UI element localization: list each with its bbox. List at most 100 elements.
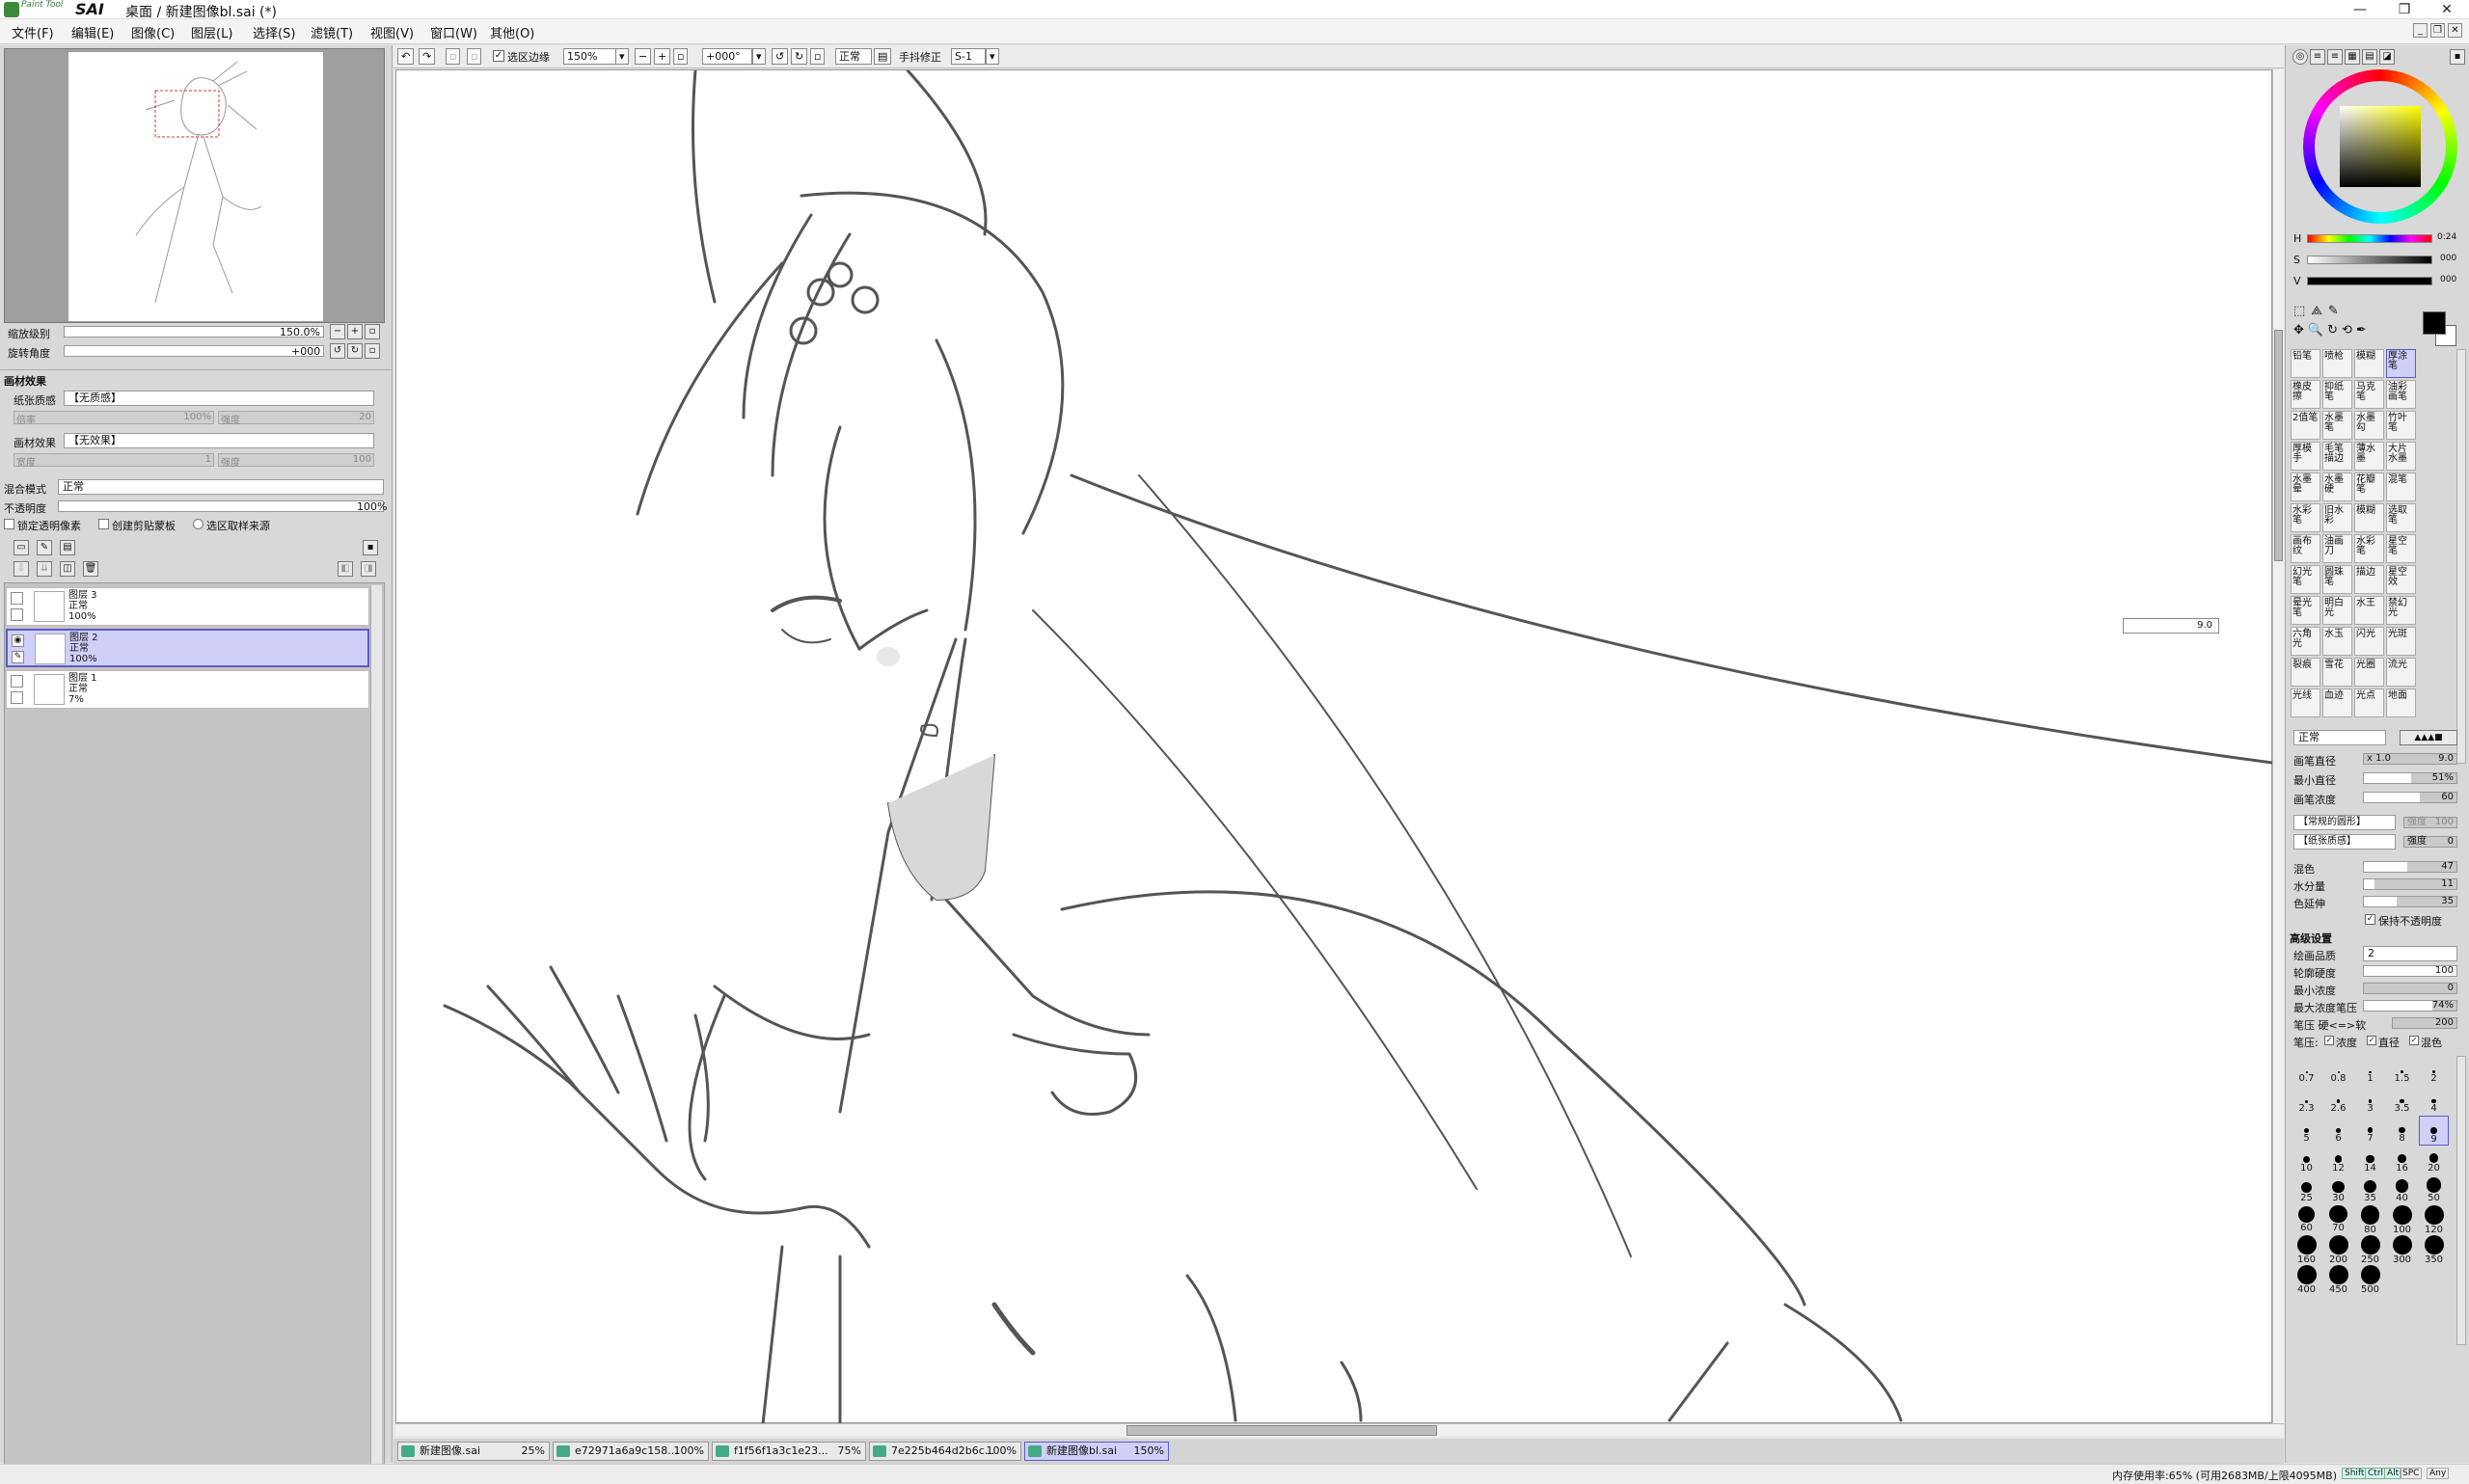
brush-tool-cell[interactable]: 油彩画笔 [2386, 380, 2416, 409]
invert-selection-icon[interactable]: ▫ [467, 48, 482, 65]
mdi-close-button[interactable]: ✕ [2448, 23, 2462, 38]
layer-item-2[interactable]: ◉ ✎ 图层 2 正常 100% [6, 629, 369, 667]
brush-tool-cell[interactable]: 幻光笔 [2291, 565, 2320, 594]
brush-tool-cell[interactable]: 圆珠笔 [2322, 565, 2352, 594]
brush-size-cell[interactable]: 5 [2292, 1116, 2321, 1146]
brush-tool-cell[interactable]: 薄水墨 [2354, 442, 2384, 471]
transfer-down-icon[interactable]: ⇩ [14, 561, 29, 577]
brush-shape-select[interactable]: 【常规的圆形】 [2293, 815, 2396, 830]
brush-size-cell[interactable]: 10 [2292, 1146, 2321, 1175]
brush-size-cell[interactable]: 250 [2355, 1235, 2385, 1265]
mdi-restore-button[interactable]: ❐ [2430, 23, 2445, 38]
new-vector-layer-icon[interactable]: ✎ [37, 540, 52, 555]
tab-document-2[interactable]: e72971a6a9c158... 100% [553, 1442, 709, 1461]
menu-view[interactable]: 视图(V) [370, 23, 414, 41]
rgb-slider-tab-icon[interactable]: ≡ [2310, 49, 2325, 65]
brush-tool-cell[interactable]: 抑纸笔 [2322, 380, 2352, 409]
quality-select[interactable]: 2 [2363, 946, 2457, 961]
brush-tip-shapes[interactable]: ▲▲▲■ [2400, 730, 2457, 745]
brush-grid-scrollbar[interactable] [2456, 349, 2466, 764]
brush-tool-cell[interactable]: 六角光 [2291, 627, 2320, 656]
brush-tool-cell[interactable]: 光斑 [2386, 627, 2416, 656]
brush-tool-cell[interactable]: 晕光笔 [2291, 596, 2320, 625]
layer-panel-menu-icon[interactable]: ▪ [363, 540, 378, 555]
selection-edge-checkbox[interactable]: ✓ [493, 50, 504, 62]
clipping-checkbox[interactable] [98, 519, 109, 529]
maximize-button[interactable]: ❐ [2382, 0, 2427, 19]
brush-size-cell[interactable]: 35 [2355, 1175, 2385, 1205]
pressure-blend-checkbox[interactable]: ✓ [2409, 1036, 2419, 1045]
brush-size-cell[interactable]: 1 [2355, 1056, 2385, 1086]
keep-opacity-checkbox[interactable]: ✓ [2365, 914, 2375, 925]
zoom-in-button[interactable]: + [347, 324, 363, 339]
brush-tool-cell[interactable]: 血迹 [2322, 688, 2352, 717]
brush-size-slider[interactable]: x 1.0 9.0 [2363, 753, 2457, 765]
brush-size-cell[interactable]: 7 [2355, 1116, 2385, 1146]
menu-filter[interactable]: 滤镜(T) [311, 23, 353, 41]
delete-layer-icon[interactable]: 🗑 [83, 561, 98, 577]
brush-tool-cell[interactable]: 厚涂笔 [2386, 349, 2416, 378]
menu-window[interactable]: 窗口(W) [430, 23, 477, 41]
color-panel-menu-icon[interactable]: ▪ [2450, 49, 2465, 65]
canvas-horizontal-scrollbar[interactable] [395, 1423, 2284, 1437]
brush-size-cell[interactable]: 6 [2323, 1116, 2353, 1146]
clear-layer-icon[interactable]: ◫ [60, 561, 75, 577]
pressure-size-checkbox[interactable]: ✓ [2367, 1036, 2376, 1045]
brush-size-cell[interactable]: 20 [2419, 1146, 2449, 1175]
canvas-effects-header[interactable]: 画材效果 [4, 373, 46, 389]
brush-size-cell[interactable]: 40 [2387, 1175, 2417, 1205]
brush-tool-cell[interactable]: 星空效 [2386, 565, 2416, 594]
vertical-scroll-thumb[interactable] [2274, 330, 2283, 561]
min-size-slider[interactable]: 51% [2363, 772, 2457, 784]
horizontal-scroll-thumb[interactable] [1126, 1425, 1437, 1436]
brush-tool-cell[interactable]: 画布纹 [2291, 534, 2320, 563]
navigator[interactable] [4, 48, 385, 323]
close-button[interactable]: ✕ [2425, 0, 2469, 19]
saturation-value-square[interactable] [2340, 106, 2421, 187]
zoom-out-button[interactable]: − [330, 324, 345, 339]
stabilizer-dropdown-icon[interactable]: ▾ [986, 48, 999, 65]
brush-tool-cell[interactable]: 水墨勾 [2354, 411, 2384, 440]
toolbar-zoom-out-icon[interactable]: − [635, 48, 652, 65]
gradation-tab-icon[interactable]: ▦ [2345, 49, 2360, 65]
brush-tool-cell[interactable]: 地面 [2386, 688, 2416, 717]
layer-lock-toggle[interactable] [11, 608, 23, 621]
brush-shape-strength[interactable]: 强度 100 [2403, 817, 2457, 828]
sel-source-radio[interactable] [193, 519, 203, 529]
brush-tool-cell[interactable]: 选取笔 [2386, 503, 2416, 532]
zoom-select[interactable]: 150% [563, 48, 617, 65]
drawing-canvas[interactable]: 9.0 [395, 68, 2289, 1426]
brush-size-cell[interactable]: 25 [2292, 1175, 2321, 1205]
selection-tools-row[interactable]: ⬚⟁✎ [2293, 304, 2345, 318]
brush-size-cell[interactable]: 2 [2419, 1056, 2449, 1086]
minimize-button[interactable]: — [2338, 0, 2382, 19]
brush-tool-cell[interactable]: 光线 [2291, 688, 2320, 717]
brush-tool-cell[interactable]: 光点 [2354, 688, 2384, 717]
zoom-dropdown-icon[interactable]: ▾ [615, 48, 629, 65]
paper-scale-slider[interactable]: 倍率 100% [14, 411, 214, 426]
brush-size-cell[interactable]: 350 [2419, 1235, 2449, 1265]
toolbar-rotate-left-icon[interactable]: ↺ [772, 48, 789, 65]
brush-tool-cell[interactable]: 模糊 [2354, 349, 2384, 378]
brush-texture-select[interactable]: 【纸张质感】 [2293, 834, 2396, 850]
rotate-left-button[interactable]: ↺ [330, 343, 345, 359]
brush-size-cell[interactable]: 8 [2387, 1116, 2417, 1146]
brush-tool-cell[interactable]: 光圈 [2354, 658, 2384, 687]
brush-tool-cell[interactable]: 大片水墨 [2386, 442, 2416, 471]
mdi-minimize-button[interactable]: _ [2413, 23, 2428, 38]
brush-size-cell[interactable]: 200 [2323, 1235, 2353, 1265]
paper-texture-select[interactable]: 【无质感】 [64, 391, 374, 406]
brush-tool-cell[interactable]: 喷枪 [2322, 349, 2352, 378]
rotate-slider[interactable] [64, 345, 324, 357]
blend-mode-select[interactable]: 正常 [58, 479, 384, 495]
brush-tool-cell[interactable]: 2值笔 [2291, 411, 2320, 440]
brush-size-cell[interactable]: 300 [2387, 1235, 2417, 1265]
edge-hardness-slider[interactable]: 100 [2363, 965, 2457, 977]
brush-tool-cell[interactable]: 毛笔描边 [2322, 442, 2352, 471]
tab-document-5[interactable]: 新建图像bl.sai 150% [1024, 1442, 1169, 1461]
brush-size-cell[interactable]: 2.3 [2292, 1086, 2321, 1116]
navigator-preview[interactable] [68, 52, 323, 321]
brush-tool-cell[interactable]: 水墨笔 [2322, 411, 2352, 440]
brush-texture-strength[interactable]: 强度 0 [2403, 836, 2457, 848]
brush-tool-cell[interactable]: 裂痕 [2291, 658, 2320, 687]
